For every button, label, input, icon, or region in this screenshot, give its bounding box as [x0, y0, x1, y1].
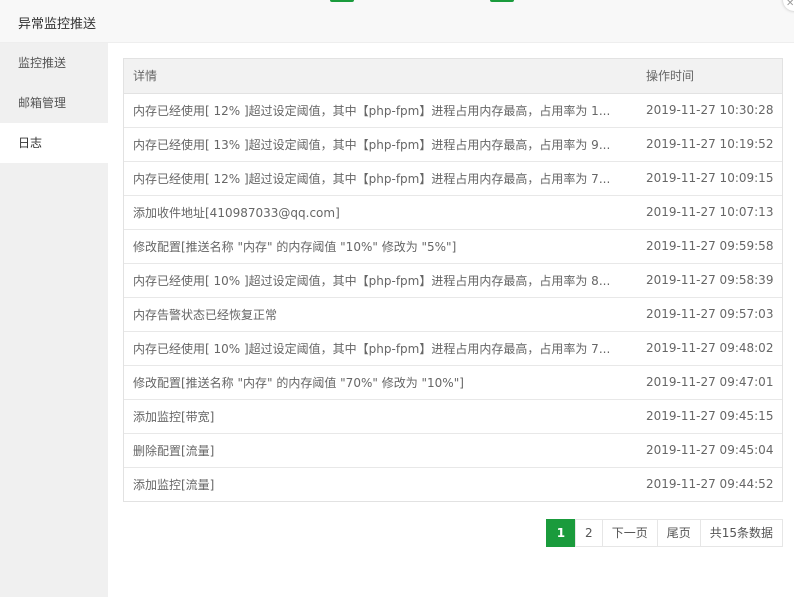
- table-row: 删除配置[流量] 2019-11-27 09:45:04: [124, 432, 782, 467]
- log-time: 2019-11-27 09:45:04: [646, 432, 782, 467]
- log-time: 2019-11-27 09:58:39: [646, 262, 782, 297]
- log-time: 2019-11-27 10:09:15: [646, 160, 782, 195]
- log-time: 2019-11-27 10:07:13: [646, 194, 782, 229]
- log-detail: 内存已经使用[ 12% ]超过设定阈值，其中【php-fpm】进程占用内存最高，…: [124, 160, 646, 195]
- log-detail: 添加收件地址[410987033@qq.com]: [124, 194, 646, 229]
- sidebar-item-log[interactable]: 日志: [0, 123, 108, 163]
- next-page-button[interactable]: 下一页: [601, 519, 658, 547]
- log-detail: 添加监控[带宽]: [124, 398, 646, 433]
- log-time: 2019-11-27 09:59:58: [646, 228, 782, 263]
- sidebar-item-label: 监控推送: [18, 56, 67, 70]
- log-time: 2019-11-27 09:45:15: [646, 398, 782, 433]
- sidebar-item-label: 邮箱管理: [18, 96, 67, 110]
- table-row: 内存已经使用[ 12% ]超过设定阈值，其中【php-fpm】进程占用内存最高，…: [124, 93, 782, 127]
- table-row: 内存已经使用[ 10% ]超过设定阈值，其中【php-fpm】进程占用内存最高，…: [124, 262, 782, 297]
- table-row: 添加收件地址[410987033@qq.com] 2019-11-27 10:0…: [124, 194, 782, 229]
- log-detail: 修改配置[推送名称 "内存" 的内存阈值 "70%" 修改为 "10%"]: [124, 364, 646, 399]
- table-row: 添加监控[流量] 2019-11-27 09:44:52: [124, 466, 782, 501]
- log-detail: 内存已经使用[ 10% ]超过设定阈值，其中【php-fpm】进程占用内存最高，…: [124, 262, 646, 297]
- log-detail: 内存已经使用[ 13% ]超过设定阈值，其中【php-fpm】进程占用内存最高，…: [124, 126, 646, 161]
- table-row: 内存已经使用[ 13% ]超过设定阈值，其中【php-fpm】进程占用内存最高，…: [124, 126, 782, 161]
- table-row: 修改配置[推送名称 "内存" 的内存阈值 "10%" 修改为 "5%"] 201…: [124, 228, 782, 263]
- log-detail: 修改配置[推送名称 "内存" 的内存阈值 "10%" 修改为 "5%"]: [124, 228, 646, 263]
- page-2-button[interactable]: 2: [575, 519, 603, 547]
- sidebar-item-mailbox[interactable]: 邮箱管理: [0, 83, 108, 123]
- log-detail: 添加监控[流量]: [124, 466, 646, 501]
- table-row: 添加监控[带宽] 2019-11-27 09:45:15: [124, 398, 782, 433]
- log-time: 2019-11-27 09:44:52: [646, 466, 782, 501]
- table-row: 内存已经使用[ 10% ]超过设定阈值，其中【php-fpm】进程占用内存最高，…: [124, 330, 782, 365]
- titlebar-accent-right: [490, 0, 514, 2]
- column-header-time: 操作时间: [646, 59, 782, 94]
- dialog-title: 异常监控推送: [18, 17, 97, 32]
- close-icon: ✕: [786, 0, 794, 9]
- page-1-button[interactable]: 1: [545, 519, 577, 547]
- sidebar: 监控推送 邮箱管理 日志: [0, 43, 108, 597]
- log-detail: 内存已经使用[ 10% ]超过设定阈值，其中【php-fpm】进程占用内存最高，…: [124, 330, 646, 365]
- titlebar-accent-left: [330, 0, 354, 2]
- log-table: 详情 操作时间 内存已经使用[ 12% ]超过设定阈值，其中【php-fpm】进…: [123, 58, 783, 502]
- log-time: 2019-11-27 10:19:52: [646, 126, 782, 161]
- last-page-button[interactable]: 尾页: [656, 519, 701, 547]
- table-header-row: 详情 操作时间: [124, 59, 782, 94]
- log-detail: 内存告警状态已经恢复正常: [124, 296, 646, 331]
- sidebar-item-label: 日志: [18, 136, 43, 150]
- log-time: 2019-11-27 09:48:02: [646, 330, 782, 365]
- sidebar-item-monitor-push[interactable]: 监控推送: [0, 43, 108, 83]
- log-time: 2019-11-27 09:57:03: [646, 296, 782, 331]
- dialog-titlebar: 异常监控推送: [0, 0, 794, 43]
- log-detail: 内存已经使用[ 12% ]超过设定阈值，其中【php-fpm】进程占用内存最高，…: [133, 103, 611, 118]
- total-count: 共15条数据: [699, 519, 783, 547]
- table-row: 修改配置[推送名称 "内存" 的内存阈值 "70%" 修改为 "10%"] 20…: [124, 364, 782, 399]
- pagination: 1 2 下一页 尾页 共15条数据: [545, 519, 783, 547]
- log-time: 2019-11-27 09:47:01: [646, 364, 782, 399]
- column-header-detail: 详情: [124, 59, 646, 94]
- table-row: 内存已经使用[ 12% ]超过设定阈值，其中【php-fpm】进程占用内存最高，…: [124, 160, 782, 195]
- log-time: 2019-11-27 10:30:28: [646, 103, 774, 117]
- table-row: 内存告警状态已经恢复正常 2019-11-27 09:57:03: [124, 296, 782, 331]
- log-detail: 删除配置[流量]: [124, 432, 646, 467]
